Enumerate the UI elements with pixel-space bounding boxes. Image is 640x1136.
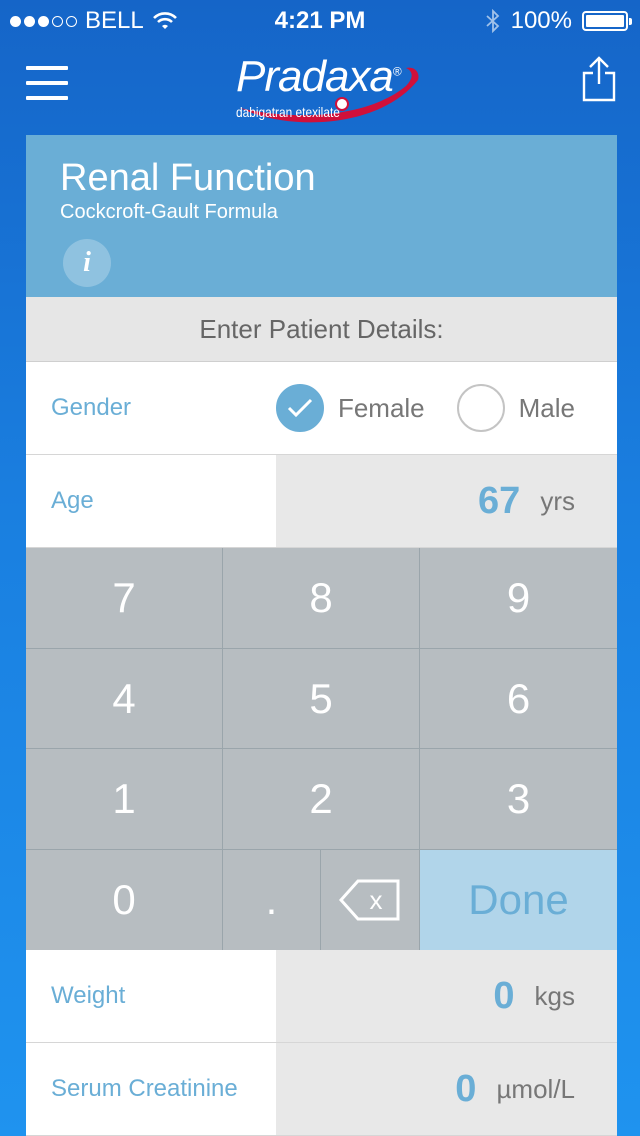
gender-option-female[interactable]: Female — [275, 384, 425, 432]
weight-row: Weight 0 kgs — [26, 950, 617, 1043]
section-label: Enter Patient Details: — [26, 297, 617, 362]
key-9[interactable]: 9 — [420, 548, 617, 648]
done-button[interactable]: Done — [420, 850, 617, 950]
radio-unchecked-icon[interactable] — [456, 384, 505, 432]
creatinine-row: Serum Creatinine 0 µmol/L — [26, 1043, 617, 1136]
creatinine-value: 0 — [455, 1067, 477, 1110]
signal-strength-icon — [10, 15, 77, 27]
status-bar: BELL 4:21 PM 100% — [0, 0, 640, 40]
status-left: BELL — [10, 7, 178, 35]
key-2[interactable]: 2 — [223, 749, 419, 849]
creatinine-input[interactable]: 0 µmol/L — [276, 1043, 617, 1135]
key-7[interactable]: 7 — [26, 548, 222, 648]
weight-unit: kgs — [534, 980, 575, 1011]
key-6[interactable]: 6 — [420, 649, 617, 748]
weight-value: 0 — [493, 974, 515, 1017]
page-subtitle: Cockcroft-Gault Formula — [60, 201, 278, 223]
age-unit: yrs — [540, 485, 575, 516]
key-0[interactable]: 0 — [26, 850, 222, 950]
nav-bar: Pradaxa® dabigatran etexilate — [0, 40, 640, 130]
gender-row: Gender Female Male — [26, 362, 617, 455]
key-decimal[interactable]: . — [223, 850, 320, 950]
numeric-keypad: 7 8 9 4 5 6 1 2 3 0 . x Done — [26, 548, 617, 950]
share-icon[interactable] — [582, 56, 616, 102]
backspace-icon: x — [338, 879, 400, 921]
gender-option-male[interactable]: Male — [456, 384, 575, 432]
creatinine-label: Serum Creatinine — [26, 1043, 276, 1135]
renal-function-card: Renal Function Cockcroft-Gault Formula i… — [26, 135, 617, 1136]
weight-label: Weight — [26, 950, 276, 1042]
age-value: 67 — [478, 479, 521, 522]
svg-text:x: x — [370, 885, 383, 915]
creatinine-unit: µmol/L — [496, 1073, 575, 1104]
weight-input[interactable]: 0 kgs — [276, 950, 617, 1042]
age-row: Age 67 yrs — [26, 455, 617, 548]
card-header: Renal Function Cockcroft-Gault Formula i — [26, 135, 617, 297]
key-3[interactable]: 3 — [420, 749, 617, 849]
wifi-icon — [152, 12, 177, 29]
key-1[interactable]: 1 — [26, 749, 222, 849]
battery-percent: 100% — [510, 7, 572, 34]
gender-option-male-label: Male — [518, 392, 575, 423]
page-title: Renal Function — [60, 157, 316, 199]
hamburger-icon[interactable] — [26, 66, 68, 100]
bluetooth-icon — [486, 9, 499, 33]
battery-icon — [582, 11, 632, 31]
pradaxa-logo: Pradaxa® dabigatran etexilate — [230, 50, 430, 130]
gender-option-female-label: Female — [337, 392, 425, 423]
carrier-name: BELL — [85, 7, 144, 34]
status-right: 100% — [485, 7, 632, 35]
gender-label: Gender — [26, 362, 276, 454]
checkmark-icon[interactable] — [275, 384, 324, 432]
key-5[interactable]: 5 — [223, 649, 419, 748]
age-label: Age — [26, 455, 276, 547]
info-icon[interactable]: i — [63, 239, 111, 287]
age-input[interactable]: 67 yrs — [276, 455, 617, 547]
logo-generic-name: dabigatran etexilate — [236, 104, 340, 120]
key-8[interactable]: 8 — [223, 548, 419, 648]
logo-brand: Pradaxa® — [236, 52, 402, 101]
key-backspace[interactable]: x — [321, 850, 419, 950]
key-4[interactable]: 4 — [26, 649, 222, 748]
gender-options: Female Male — [275, 362, 617, 454]
